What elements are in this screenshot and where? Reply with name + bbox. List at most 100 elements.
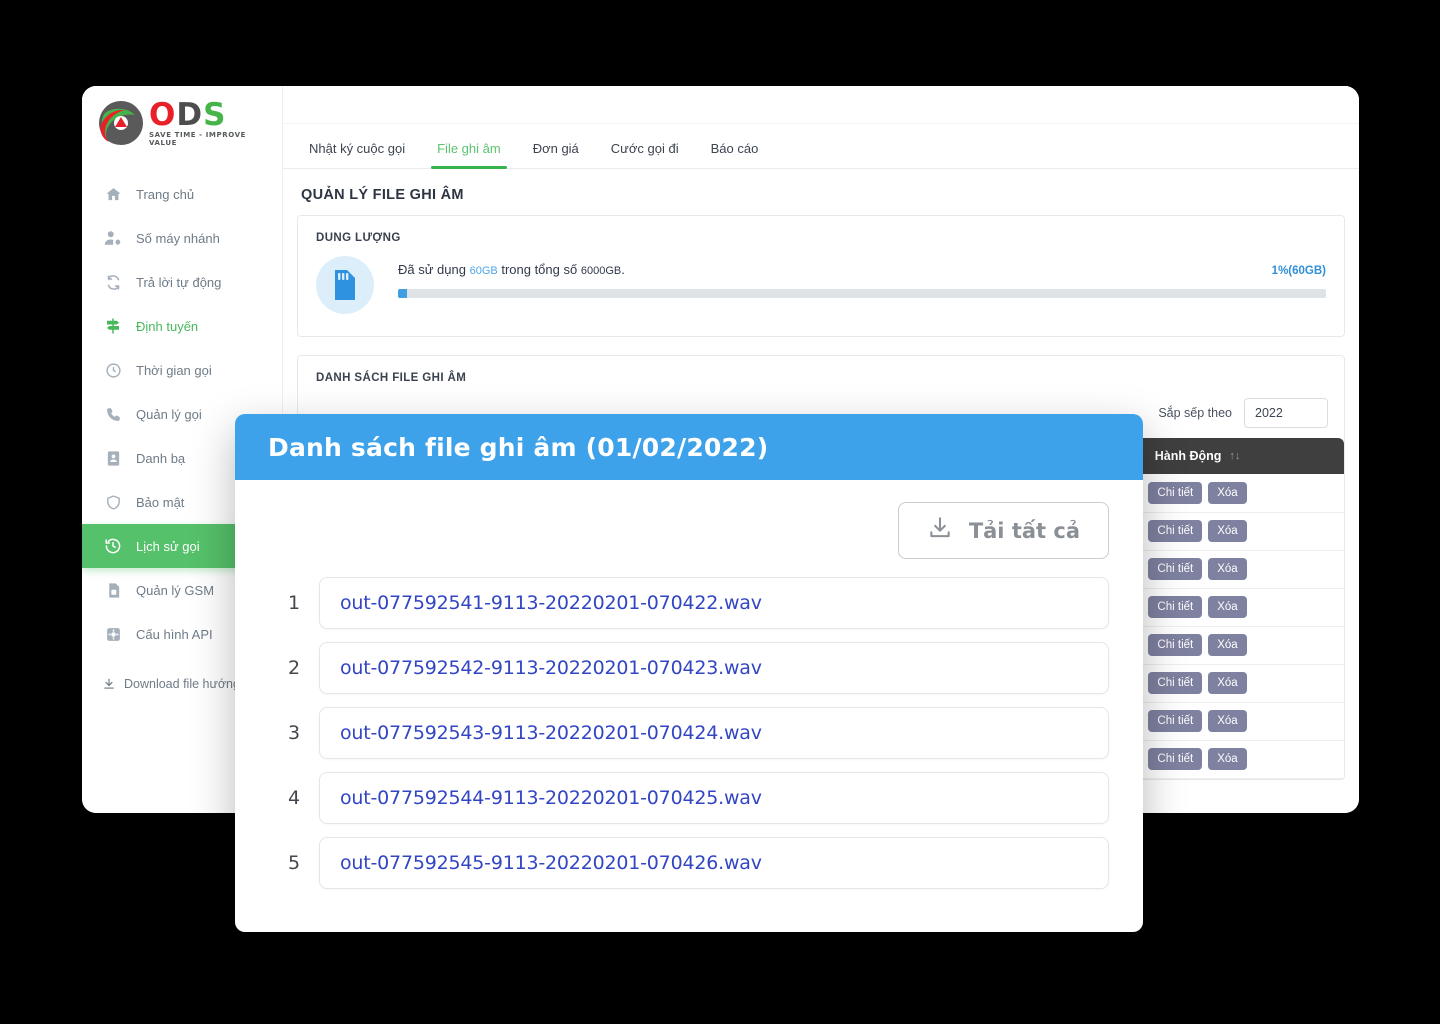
logo-letter-s: S xyxy=(203,96,227,133)
table-header-label: Hành Động xyxy=(1154,449,1222,463)
download-tray-icon xyxy=(927,515,953,546)
file-list-item: 2 out-077592542-9113-20220201-070423.wav xyxy=(269,642,1109,694)
sidebar-item-label: Trang chủ xyxy=(136,186,195,202)
tab-bao-cao[interactable]: Báo cáo xyxy=(695,141,775,168)
storage-used-value: 60GB xyxy=(469,265,498,277)
modal-body: Tải tất cả 1 out-077592541-9113-20220201-… xyxy=(235,480,1143,889)
user-settings-icon xyxy=(102,227,124,249)
file-name: out-077592544-9113-20220201-070425.wav xyxy=(340,787,762,809)
file-name-box[interactable]: out-077592543-9113-20220201-070424.wav xyxy=(319,707,1109,759)
file-name-box[interactable]: out-077592545-9113-20220201-070426.wav xyxy=(319,837,1109,889)
sidebar-item-thoi-gian-goi[interactable]: Thời gian gọi xyxy=(82,348,282,392)
storage-text-prefix: Đã sử dụng xyxy=(398,262,470,277)
storage-percent-label: 1%(60GB) xyxy=(1271,265,1326,277)
sim-card-icon xyxy=(102,579,124,601)
detail-button[interactable]: Chi tiết xyxy=(1148,634,1203,656)
gear-box-icon xyxy=(102,623,124,645)
file-list-item: 4 out-077592544-9113-20220201-070425.wav xyxy=(269,772,1109,824)
clock-icon xyxy=(102,359,124,381)
storage-progress-bar xyxy=(398,289,1326,298)
delete-button[interactable]: Xóa xyxy=(1208,672,1247,694)
sd-card-icon xyxy=(316,256,374,314)
detail-button[interactable]: Chi tiết xyxy=(1148,672,1203,694)
tab-bar: Nhật ký cuộc gọi File ghi âm Đơn giá Cướ… xyxy=(283,124,1359,169)
delete-button[interactable]: Xóa xyxy=(1208,634,1247,656)
delete-button[interactable]: Xóa xyxy=(1208,481,1247,504)
file-index: 4 xyxy=(287,787,301,809)
tab-file-ghi-am[interactable]: File ghi âm xyxy=(421,141,517,169)
download-all-button[interactable]: Tải tất cả xyxy=(897,502,1109,559)
detail-button[interactable]: Chi tiết xyxy=(1148,520,1203,542)
logo-letter-d: D xyxy=(176,96,204,133)
tab-cuoc-goi-di[interactable]: Cước gọi đi xyxy=(595,141,695,168)
file-name: out-077592543-9113-20220201-070424.wav xyxy=(340,722,762,744)
file-name: out-077592541-9113-20220201-070422.wav xyxy=(340,592,762,614)
sidebar-item-dinh-tuyen[interactable]: Định tuyến xyxy=(82,304,282,348)
storage-progress-fill xyxy=(398,289,408,298)
phone-icon xyxy=(102,403,124,425)
ods-logo-icon xyxy=(95,99,147,147)
content-topbar xyxy=(283,86,1359,124)
sidebar-item-trang-chu[interactable]: Trang chủ xyxy=(82,172,282,216)
file-name-box[interactable]: out-077592541-9113-20220201-070422.wav xyxy=(319,577,1109,629)
tab-nhat-ky-cuoc-goi[interactable]: Nhật ký cuộc gọi xyxy=(293,141,421,168)
detail-button[interactable]: Chi tiết xyxy=(1148,558,1203,580)
detail-button[interactable]: Chi tiết xyxy=(1148,481,1203,504)
sort-label: Sắp sếp theo xyxy=(1158,406,1232,420)
brand-logo[interactable]: ODS SAVE TIME - IMPROVE VALUE xyxy=(95,95,270,151)
modal-title: Danh sách file ghi âm (01/02/2022) xyxy=(268,432,769,462)
delete-button[interactable]: Xóa xyxy=(1208,596,1247,618)
recording-files-modal: Danh sách file ghi âm (01/02/2022) Tải t… xyxy=(235,414,1143,932)
sidebar-item-label: Trả lời tự động xyxy=(136,274,222,290)
delete-button[interactable]: Xóa xyxy=(1208,710,1247,732)
detail-button[interactable]: Chi tiết xyxy=(1148,748,1203,770)
modal-file-list: 1 out-077592541-9113-20220201-070422.wav 2… xyxy=(269,577,1109,889)
sidebar-item-label: Quản lý GSM xyxy=(136,582,215,598)
recording-list-label: DANH SÁCH FILE GHI ÂM xyxy=(316,372,467,384)
file-name: out-077592542-9113-20220201-070423.wav xyxy=(340,657,762,679)
file-list-item: 1 out-077592541-9113-20220201-070422.wav xyxy=(269,577,1109,629)
shield-icon xyxy=(102,491,124,513)
sidebar-item-tra-loi-tu-dong[interactable]: Trả lời tự động xyxy=(82,260,282,304)
sidebar-item-label: Bảo mật xyxy=(136,494,185,510)
page-title: QUẢN LÝ FILE GHI ÂM xyxy=(301,187,464,203)
delete-button[interactable]: Xóa xyxy=(1208,520,1247,542)
brand-tagline: SAVE TIME - IMPROVE VALUE xyxy=(149,130,246,147)
signpost-icon xyxy=(102,315,124,337)
home-icon xyxy=(102,183,124,205)
sort-updown-icon[interactable]: ↑↓ xyxy=(1229,450,1240,462)
sidebar-item-label: Danh bạ xyxy=(136,450,186,466)
sidebar-item-label: Thời gian gọi xyxy=(136,362,212,378)
download-icon xyxy=(100,677,118,691)
sidebar-item-so-may-nhanh[interactable]: Số máy nhánh xyxy=(82,216,282,260)
file-index: 1 xyxy=(287,592,301,614)
tab-don-gia[interactable]: Đơn giá xyxy=(517,141,595,168)
storage-card: DUNG LƯỢNG Đã sử dụng 60GB trong tổng số… xyxy=(297,215,1345,337)
file-list-item: 5 out-077592545-9113-20220201-070426.wav xyxy=(269,837,1109,889)
file-index: 3 xyxy=(287,722,301,744)
modal-header: Danh sách file ghi âm (01/02/2022) xyxy=(235,414,1143,480)
storage-text-suffix: . xyxy=(621,262,625,277)
file-name-box[interactable]: out-077592544-9113-20220201-070425.wav xyxy=(319,772,1109,824)
sort-select[interactable]: 2022 xyxy=(1244,398,1328,428)
storage-section-label: DUNG LƯỢNG xyxy=(316,232,401,244)
detail-button[interactable]: Chi tiết xyxy=(1148,596,1203,618)
refresh-icon xyxy=(102,271,124,293)
file-index: 5 xyxy=(287,852,301,874)
sidebar-item-label: Lịch sử gọi xyxy=(136,538,200,554)
screenshot-stage: ODS SAVE TIME - IMPROVE VALUE Trang chủ xyxy=(0,0,1440,1024)
sidebar-item-label: Định tuyến xyxy=(136,318,199,334)
download-all-row: Tải tất cả xyxy=(269,502,1109,559)
file-name-box[interactable]: out-077592542-9113-20220201-070423.wav xyxy=(319,642,1109,694)
file-name: out-077592545-9113-20220201-070426.wav xyxy=(340,852,762,874)
storage-total-value: 6000GB xyxy=(580,265,622,277)
sidebar-item-label: Cấu hình API xyxy=(136,626,213,642)
history-icon xyxy=(102,535,124,557)
logo-letter-o: O xyxy=(149,96,177,133)
sidebar-item-label: Số máy nhánh xyxy=(136,230,220,246)
storage-text-middle: trong tổng số xyxy=(497,262,581,277)
detail-button[interactable]: Chi tiết xyxy=(1148,710,1203,732)
brand-wordmark: ODS SAVE TIME - IMPROVE VALUE xyxy=(149,96,270,147)
delete-button[interactable]: Xóa xyxy=(1208,748,1247,770)
delete-button[interactable]: Xóa xyxy=(1208,558,1247,580)
